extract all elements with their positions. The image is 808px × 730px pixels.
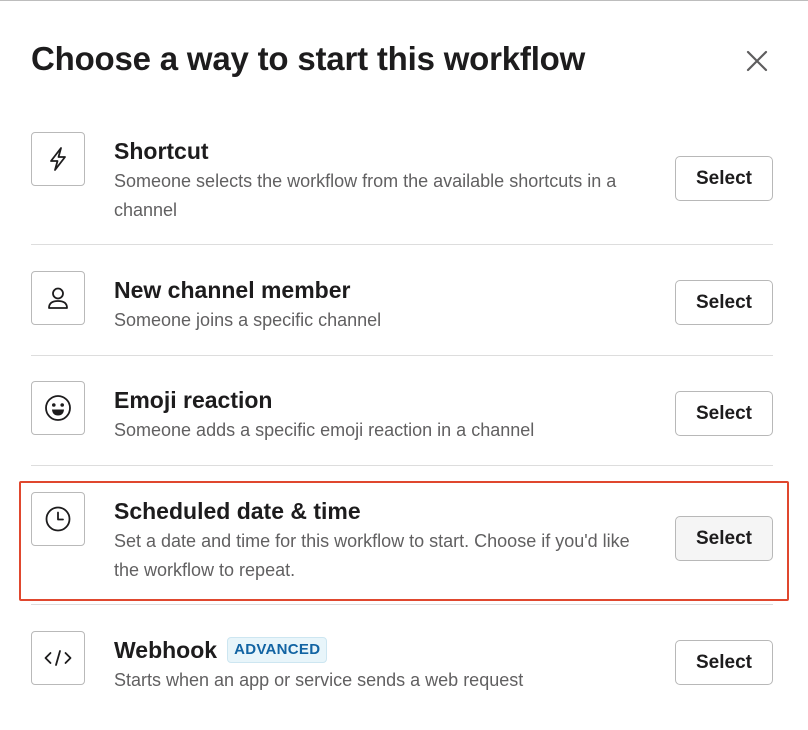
- option-description: Someone selects the workflow from the av…: [114, 171, 617, 220]
- select-scheduled-date-time-button[interactable]: Select: [675, 516, 773, 561]
- option-icon-box: [31, 271, 85, 325]
- option-new-channel-member: New channel member Someone joins a speci…: [31, 245, 773, 356]
- option-title: Emoji reaction: [114, 387, 273, 413]
- select-new-channel-member-button[interactable]: Select: [675, 280, 773, 325]
- option-title: New channel member: [114, 277, 351, 303]
- code-icon: [44, 650, 72, 666]
- option-title: Scheduled date & time: [114, 498, 361, 524]
- option-scheduled-date-time: Scheduled date & time Set a date and tim…: [31, 466, 773, 605]
- option-description: Someone adds a specific emoji reaction i…: [114, 420, 535, 440]
- option-description: Someone joins a specific channel: [114, 310, 382, 330]
- select-shortcut-button[interactable]: Select: [675, 156, 773, 201]
- lightning-bolt-icon: [50, 147, 66, 171]
- option-icon-box: [31, 631, 85, 685]
- advanced-badge: ADVANCED: [227, 637, 328, 663]
- option-description: Set a date and time for this workflow to…: [114, 531, 630, 580]
- option-title-row: Webhook ADVANCED: [114, 636, 328, 664]
- top-edge-divider: [0, 0, 808, 1]
- option-title: Webhook: [114, 637, 218, 663]
- option-webhook: Webhook ADVANCED Starts when an app or s…: [31, 605, 773, 715]
- close-icon: [746, 50, 768, 72]
- person-icon: [48, 287, 68, 309]
- option-title: Shortcut: [114, 138, 209, 164]
- option-description: Starts when an app or service sends a we…: [114, 670, 524, 690]
- clock-icon: [45, 506, 71, 532]
- option-icon-box: [31, 381, 85, 435]
- option-emoji-reaction: Emoji reaction Someone adds a specific e…: [31, 356, 773, 466]
- dialog-title: Choose a way to start this workflow: [31, 40, 586, 77]
- option-icon-box: [31, 492, 85, 546]
- emoji-smile-icon: [45, 395, 71, 421]
- close-button[interactable]: [738, 42, 776, 80]
- select-emoji-reaction-button[interactable]: Select: [675, 391, 773, 436]
- option-icon-box: [31, 132, 85, 186]
- option-shortcut: Shortcut Someone selects the workflow fr…: [31, 124, 773, 245]
- select-webhook-button[interactable]: Select: [675, 640, 773, 685]
